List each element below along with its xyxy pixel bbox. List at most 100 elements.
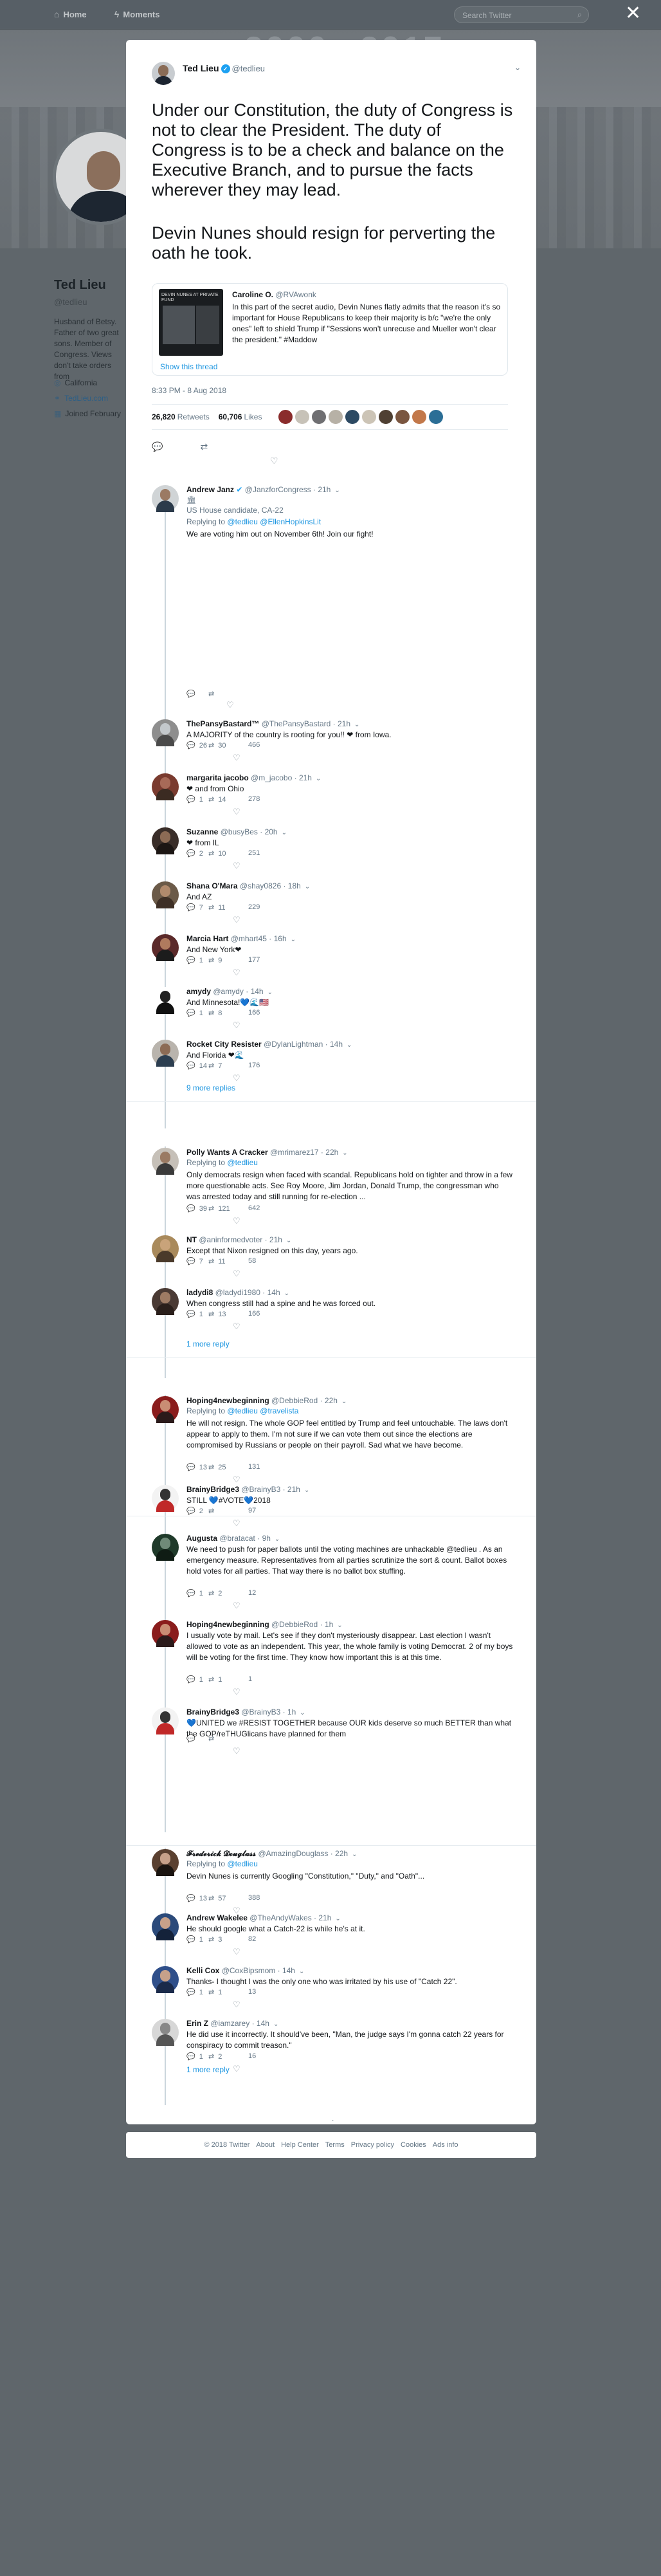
chevron-down-icon[interactable]: ⌄ [514,63,521,72]
avatar[interactable] [152,1707,179,1734]
like-icon[interactable]: ♡ [233,1020,240,1031]
chevron-down-icon[interactable]: ⌄ [291,936,296,943]
avatar[interactable] [152,1288,179,1315]
like-count[interactable]: 58 [244,1257,280,1265]
reply-count[interactable]: 💬 1 [186,1009,208,1017]
avatar[interactable] [152,773,179,800]
like-count[interactable]: 177 [244,956,280,964]
avatar[interactable] [152,1620,179,1647]
avatar[interactable] [152,719,179,746]
avatar[interactable] [412,410,427,424]
like-count[interactable]: 278 [244,795,280,804]
chevron-down-icon[interactable]: ⌄ [352,1851,357,1858]
reply-count[interactable]: 💬 [186,1734,208,1743]
retweet-count[interactable]: ⇄ [208,1507,244,1515]
retweet-icon[interactable]: ⇄ [200,441,208,452]
footer-privacy-link[interactable]: Privacy policy [351,2141,394,2149]
like-count[interactable] [244,1734,280,1743]
avatar[interactable] [152,934,179,961]
retweet-icon[interactable]: ⇄ [208,690,244,698]
chevron-down-icon[interactable]: ⌄ [267,989,273,996]
chevron-down-icon[interactable]: ⌄ [275,1536,280,1543]
avatar[interactable] [152,485,179,512]
retweet-count[interactable]: ⇄ 3 [208,1935,244,1944]
chevron-down-icon[interactable]: ⌄ [335,1915,340,1922]
avatar[interactable] [329,410,343,424]
reply-count[interactable]: 💬 1 [186,1310,208,1318]
chevron-down-icon[interactable]: ⌄ [341,1398,347,1405]
reply-count[interactable]: 💬 1 [186,1589,208,1597]
profile-website[interactable]: ⚭ TedLieu.com [54,394,108,403]
like-count[interactable]: 229 [244,903,280,912]
chevron-down-icon[interactable]: ⌄ [299,1968,304,1975]
show-thread-link[interactable]: Show this thread [160,362,217,371]
chevron-down-icon[interactable]: ⌄ [342,1150,347,1157]
like-count[interactable]: 176 [244,1062,280,1070]
like-count[interactable]: 13 [244,1988,280,1996]
chevron-down-icon[interactable]: ⌄ [304,1487,309,1494]
chevron-down-icon[interactable]: ⌄ [273,2021,278,2028]
avatar[interactable] [152,827,179,854]
reply-icon[interactable]: 💬 [186,690,208,698]
retweet-count[interactable]: ⇄ 11 [208,1257,244,1265]
like-icon[interactable]: ♡ [233,753,240,763]
like-icon[interactable]: ♡ [233,1518,240,1529]
reply-count[interactable]: 💬 2 [186,849,208,858]
like-icon[interactable]: ♡ [233,2000,240,2010]
avatar[interactable] [152,1235,179,1262]
footer-terms-link[interactable]: Terms [325,2141,345,2149]
retweet-count[interactable]: ⇄ 13 [208,1310,244,1318]
nav-moments[interactable]: ϟ Moments [114,9,159,19]
like-count[interactable]: 131 [244,1463,280,1471]
like-count[interactable]: 166 [244,1009,280,1017]
likes-stat[interactable]: 60,706 Likes [219,412,262,421]
avatar[interactable] [152,1485,179,1512]
author-handle[interactable]: @tedlieu [232,64,266,73]
like-icon[interactable]: ♡ [233,807,240,817]
like-icon[interactable]: ♡ [233,1269,240,1279]
avatar[interactable] [152,1396,179,1423]
avatar[interactable] [152,987,179,1014]
like-count[interactable]: 466 [244,741,280,750]
footer-cookies-link[interactable]: Cookies [401,2141,426,2149]
like-icon[interactable]: ♡ [233,968,240,978]
chevron-down-icon[interactable]: ⌄ [334,487,340,494]
chevron-down-icon[interactable]: ⌄ [316,775,321,782]
footer-about-link[interactable]: About [256,2141,275,2149]
like-count[interactable]: 642 [244,1204,280,1213]
more-replies-link[interactable]: 1 more reply [186,1339,230,1348]
avatar[interactable] [362,410,377,424]
avatar[interactable] [152,881,179,908]
chevron-down-icon[interactable]: ⌄ [337,1622,342,1629]
retweet-count[interactable]: ⇄ 1 [208,1988,244,1996]
retweet-count[interactable]: ⇄ 9 [208,956,244,964]
footer-ads-link[interactable]: Ads info [433,2141,458,2149]
close-icon[interactable]: ✕ [625,4,641,23]
chevron-down-icon[interactable]: ⌄ [354,721,359,728]
avatar[interactable] [345,410,360,424]
retweet-count[interactable]: ⇄ 30 [208,741,244,750]
retweet-count[interactable]: ⇄ 10 [208,849,244,858]
like-count[interactable]: 166 [244,1310,280,1318]
avatar[interactable] [152,2019,179,2046]
reply-count[interactable]: 💬 1 [186,1935,208,1944]
chevron-down-icon[interactable]: ⌄ [347,1042,352,1049]
like-icon[interactable]: ♡ [233,861,240,871]
avatar[interactable] [152,1040,179,1067]
like-icon[interactable]: ♡ [233,1475,240,1485]
retweet-count[interactable]: ⇄ 25 [208,1463,244,1471]
chevron-down-icon[interactable]: ⌄ [286,1237,291,1244]
nav-home[interactable]: ⌂ Home [54,9,87,19]
avatar[interactable] [278,410,293,424]
reply-count[interactable]: 💬 7 [186,1257,208,1265]
reply-count[interactable]: 💬 1 [186,795,208,804]
reply-count[interactable]: 💬 1 [186,2052,208,2061]
like-count[interactable]: 1 [244,1675,280,1684]
avatar[interactable] [152,1148,179,1175]
like-count[interactable]: 251 [244,849,280,858]
tweet-timestamp[interactable]: 8:33 PM - 8 Aug 2018 [152,386,226,395]
chevron-down-icon[interactable]: ⌄ [282,829,287,836]
avatar[interactable] [295,410,310,424]
retweet-count[interactable]: ⇄ 14 [208,795,244,804]
reply-count[interactable]: 💬 13 [186,1463,208,1471]
